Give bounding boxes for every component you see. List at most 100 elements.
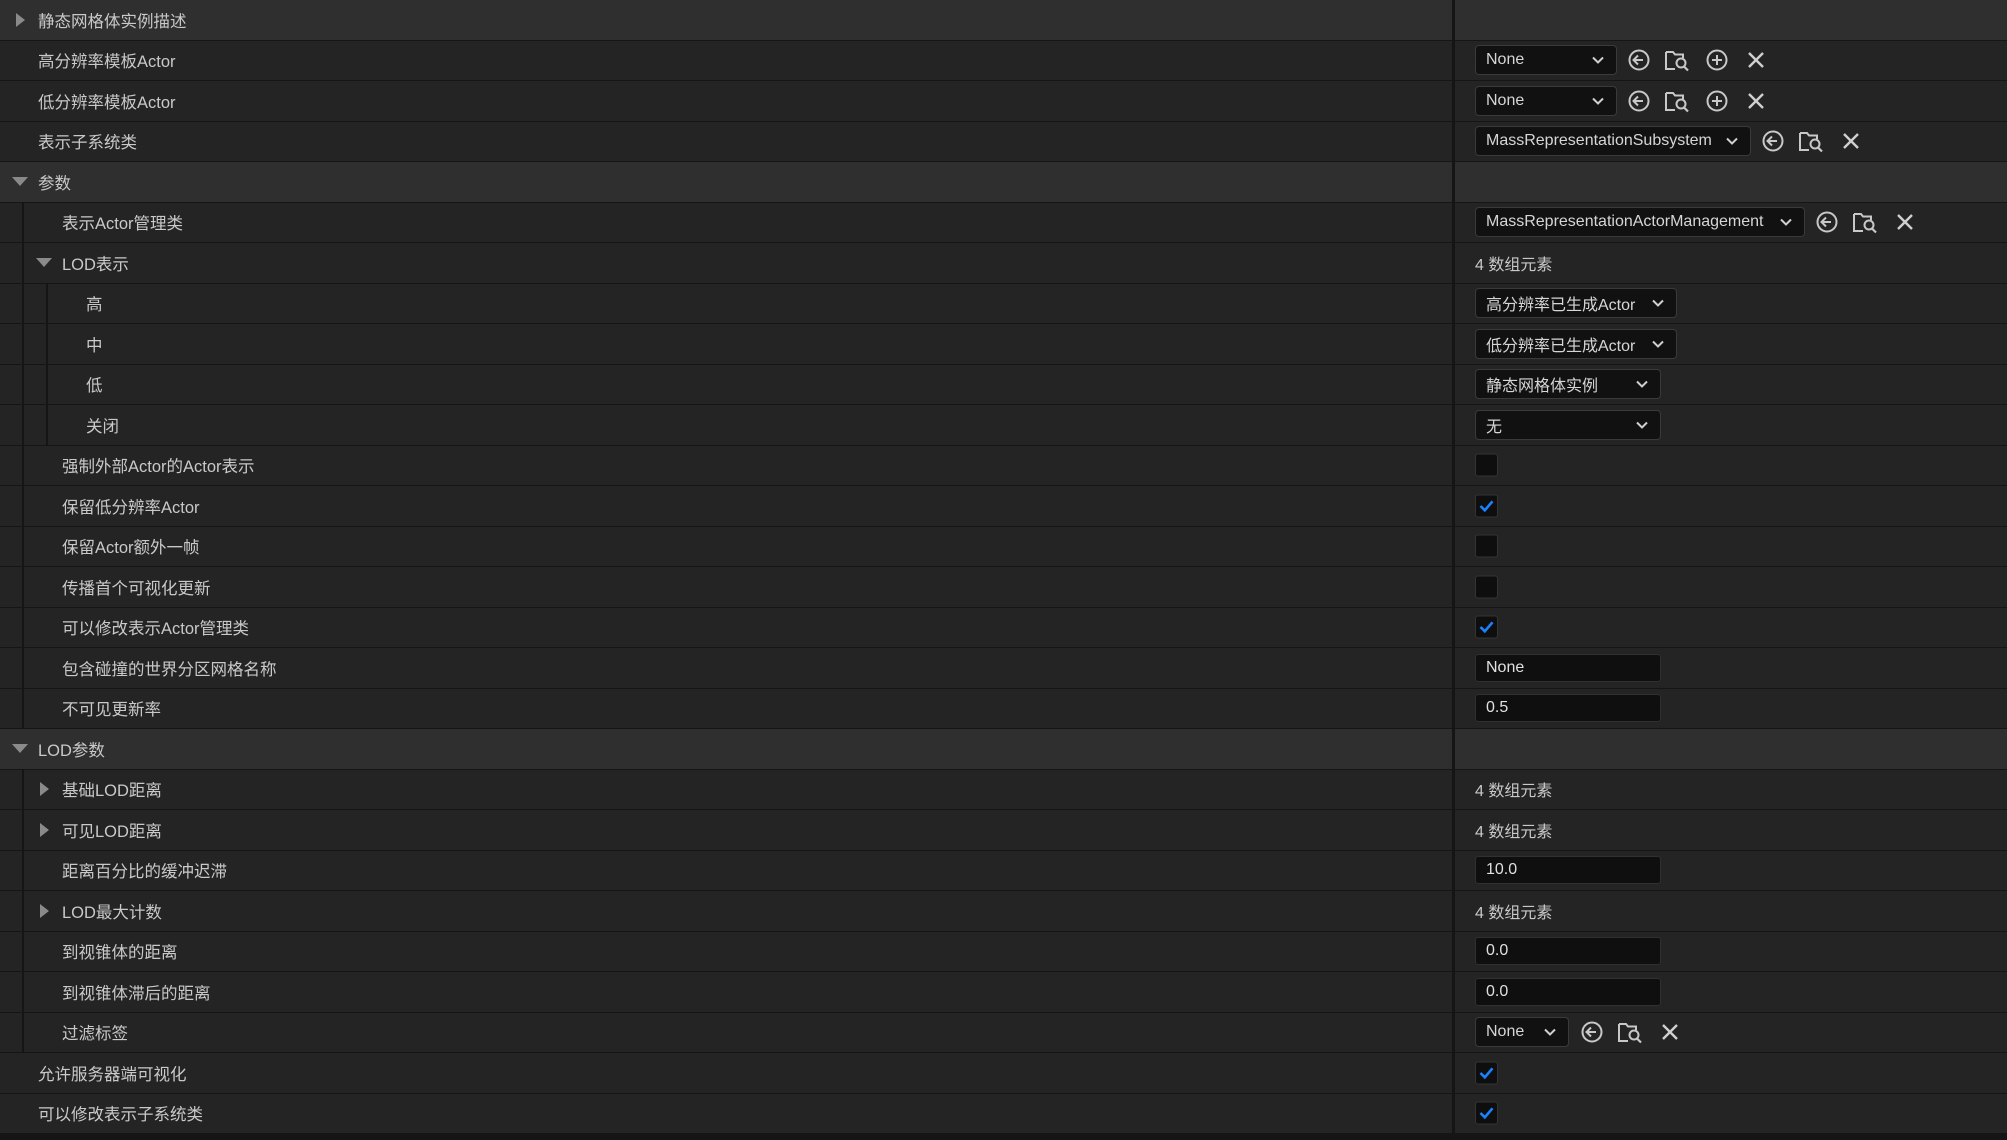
class-picker-combo[interactable]: MassRepresentationSubsystem <box>1475 126 1751 157</box>
checkmark-icon <box>1479 500 1494 512</box>
use-selected-icon[interactable] <box>1813 208 1841 236</box>
browse-folder-icon[interactable] <box>1616 1018 1644 1046</box>
asset-picker-combo[interactable]: None <box>1475 45 1617 76</box>
checkmark-icon <box>1479 1107 1494 1120</box>
checkmark-icon <box>1479 621 1494 634</box>
browse-folder-icon[interactable] <box>1663 87 1691 115</box>
property-row: 过滤标签 None <box>0 1012 2007 1052</box>
property-row: 传播首个可视化更新 <box>0 567 2007 607</box>
indent-guide <box>22 324 24 364</box>
chevron-down-icon <box>1544 1029 1556 1037</box>
property-row: 距离百分比的缓冲迟滞 10.0 <box>0 850 2007 890</box>
property-label: LOD最大计数 <box>62 903 162 922</box>
asset-picker-combo[interactable]: None <box>1475 85 1617 116</box>
combo-value: None <box>1486 91 1525 109</box>
class-picker-combo[interactable]: MassRepresentationActorManagement <box>1475 207 1805 238</box>
combo-value: 低分辨率已生成Actor <box>1486 337 1636 355</box>
tag-picker-combo[interactable]: None <box>1475 1017 1569 1048</box>
checkbox[interactable] <box>1475 453 1498 477</box>
enum-combo[interactable]: 无 <box>1475 409 1661 440</box>
property-label: 包含碰撞的世界分区网格名称 <box>62 660 277 679</box>
property-row: 包含碰撞的世界分区网格名称 None <box>0 648 2007 688</box>
property-label: 表示子系统类 <box>38 134 137 153</box>
clear-icon[interactable] <box>1837 127 1865 155</box>
chevron-down-icon <box>1652 340 1664 348</box>
collapse-arrow-icon[interactable] <box>12 741 28 757</box>
property-row: 低 静态网格体实例 <box>0 364 2007 404</box>
expand-arrow-icon[interactable] <box>36 822 52 838</box>
add-icon[interactable] <box>1703 46 1731 74</box>
property-label: 低分辨率模板Actor <box>38 93 176 112</box>
use-selected-icon[interactable] <box>1578 1018 1606 1046</box>
clear-icon[interactable] <box>1656 1018 1684 1046</box>
property-row: 到视锥体的距离 0.0 <box>0 931 2007 971</box>
property-row-array[interactable]: LOD最大计数 4 数组元素 <box>0 891 2007 931</box>
number-input[interactable]: 10.0 <box>1475 856 1661 885</box>
property-label: 关闭 <box>86 417 119 436</box>
property-row: 保留Actor额外一帧 <box>0 526 2007 566</box>
add-icon[interactable] <box>1703 87 1731 115</box>
indent-guide <box>22 931 24 971</box>
chevron-down-icon <box>1636 421 1648 429</box>
enum-combo[interactable]: 低分辨率已生成Actor <box>1475 328 1677 359</box>
clear-icon[interactable] <box>1742 87 1770 115</box>
number-input[interactable]: 0.0 <box>1475 937 1661 966</box>
use-selected-icon[interactable] <box>1759 127 1787 155</box>
checkbox[interactable] <box>1475 494 1498 518</box>
number-input[interactable]: 0.0 <box>1475 977 1661 1006</box>
property-row-array[interactable]: 基础LOD距离 4 数组元素 <box>0 769 2007 809</box>
property-row-array[interactable]: LOD表示 4 数组元素 <box>0 243 2007 283</box>
checkbox[interactable] <box>1475 1101 1498 1125</box>
chevron-down-icon <box>1652 300 1664 308</box>
details-panel: 静态网格体实例描述 高分辨率模板Actor None 低分辨率模板Actor N… <box>0 0 2007 1140</box>
checkbox[interactable] <box>1475 575 1498 599</box>
expand-arrow-icon[interactable] <box>36 903 52 919</box>
property-row: 低分辨率模板Actor None <box>0 81 2007 121</box>
indent-guide <box>22 243 24 283</box>
property-row: 高分辨率模板Actor None <box>0 40 2007 80</box>
property-label: 可见LOD距离 <box>62 822 162 841</box>
checkbox[interactable] <box>1475 1061 1498 1085</box>
collapse-arrow-icon[interactable] <box>12 174 28 190</box>
enum-combo[interactable]: 高分辨率已生成Actor <box>1475 288 1677 319</box>
use-selected-icon[interactable] <box>1625 87 1653 115</box>
expand-arrow-icon[interactable] <box>36 781 52 797</box>
column-divider[interactable] <box>1452 162 1455 202</box>
combo-value: MassRepresentationSubsystem <box>1486 132 1712 150</box>
column-divider[interactable] <box>1452 729 1455 769</box>
name-input[interactable]: None <box>1475 653 1661 682</box>
checkbox[interactable] <box>1475 615 1498 639</box>
property-label: 低 <box>86 377 103 396</box>
indent-guide <box>22 648 24 688</box>
category-lod-parameters[interactable]: LOD参数 <box>0 729 2007 769</box>
indent-guide <box>22 850 24 890</box>
number-input[interactable]: 0.5 <box>1475 694 1661 723</box>
browse-folder-icon[interactable] <box>1851 208 1879 236</box>
indent-guide <box>22 769 24 809</box>
combo-value: 高分辨率已生成Actor <box>1486 297 1636 315</box>
browse-folder-icon[interactable] <box>1663 46 1691 74</box>
category-static-mesh-instance-desc[interactable]: 静态网格体实例描述 <box>0 0 2007 40</box>
indent-guide <box>46 364 48 404</box>
indent-guide <box>46 324 48 364</box>
browse-folder-icon[interactable] <box>1797 127 1825 155</box>
clear-icon[interactable] <box>1891 208 1919 236</box>
property-row: 可以修改表示Actor管理类 <box>0 607 2007 647</box>
property-row: 中 低分辨率已生成Actor <box>0 324 2007 364</box>
column-divider[interactable] <box>1452 0 1455 40</box>
property-row: 强制外部Actor的Actor表示 <box>0 445 2007 485</box>
property-row-array[interactable]: 可见LOD距离 4 数组元素 <box>0 810 2007 850</box>
chevron-down-icon <box>1592 57 1604 65</box>
chevron-down-icon <box>1636 381 1648 389</box>
category-parameters[interactable]: 参数 <box>0 162 2007 202</box>
enum-combo[interactable]: 静态网格体实例 <box>1475 369 1661 400</box>
checkbox[interactable] <box>1475 534 1498 558</box>
property-label: 到视锥体滞后的距离 <box>62 984 211 1003</box>
clear-icon[interactable] <box>1742 46 1770 74</box>
property-label: 参数 <box>38 174 71 193</box>
property-label: 可以修改表示Actor管理类 <box>62 620 250 639</box>
property-label: 高 <box>86 296 103 315</box>
use-selected-icon[interactable] <box>1625 46 1653 74</box>
collapse-arrow-icon[interactable] <box>36 255 52 271</box>
expand-arrow-icon[interactable] <box>12 12 28 28</box>
